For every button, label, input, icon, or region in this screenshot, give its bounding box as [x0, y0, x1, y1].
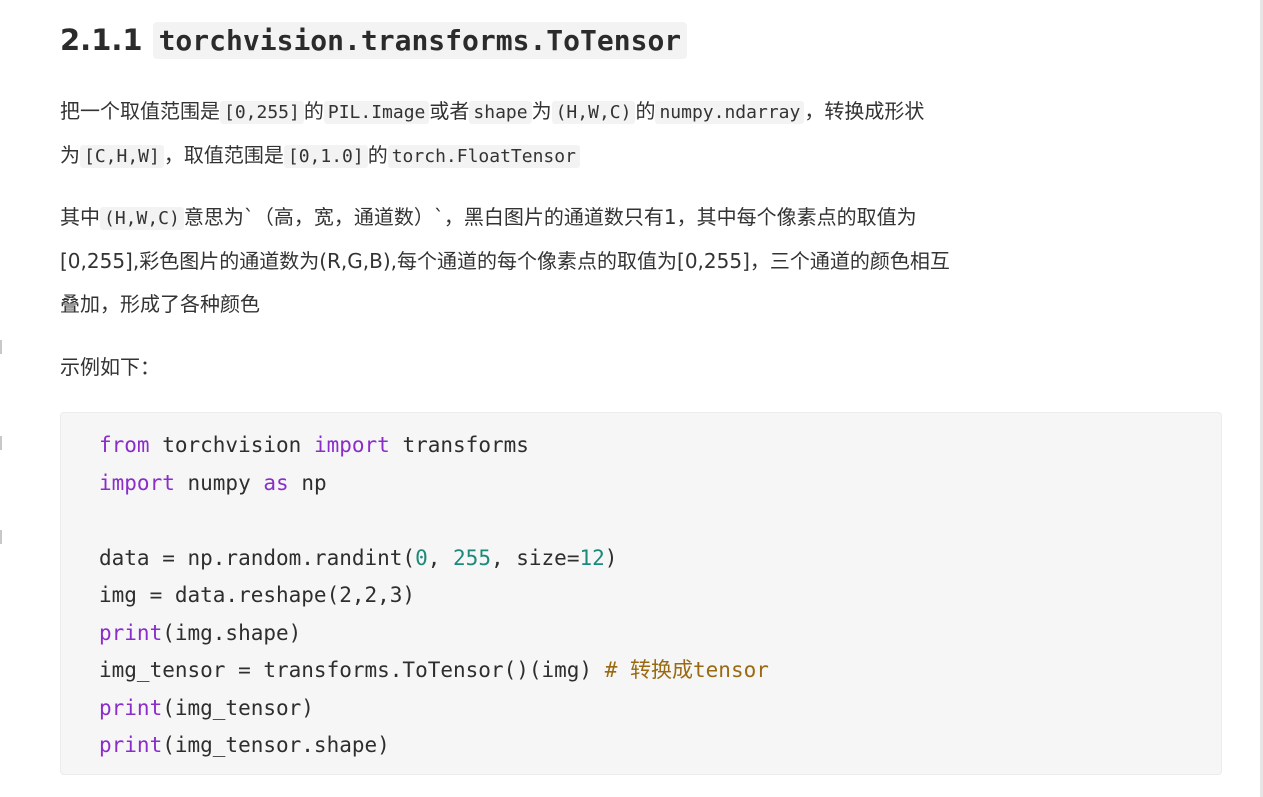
left-panel-edge	[0, 0, 12, 797]
paragraph-line: 叠加，形成了各种颜色	[60, 292, 260, 316]
comment-token: # 转换成tensor	[604, 658, 769, 682]
keyword-token: as	[263, 470, 289, 495]
code-token: (img_tensor.shape)	[162, 733, 390, 757]
code-token: transforms	[389, 433, 529, 457]
code-line: print(img_tensor.shape)	[99, 727, 1221, 765]
text-span: 为	[531, 99, 552, 123]
code-line: img_tensor = transforms.ToTensor()(img) …	[99, 652, 1221, 690]
paragraph-line: [0,255],彩色图片的通道数为(R,G,B),每个通道的每个像素点的取值为[…	[60, 249, 950, 273]
inline-code: PIL.Image	[323, 101, 430, 124]
number-token: 0	[415, 545, 428, 570]
paragraph-line: 把一个取值范围是 [0,255] 的 PIL.Image 或者 shape 为 (H,W,C)…	[60, 90, 924, 134]
text-span: 的	[635, 99, 656, 123]
code-line: import numpy as np	[99, 465, 1221, 503]
text-span: ，取值范围是	[163, 143, 284, 167]
code-token: (img.shape)	[162, 620, 302, 645]
code-line: print(img_tensor)	[99, 690, 1221, 728]
code-token: , size=	[490, 545, 580, 570]
number-token: 12	[579, 545, 605, 570]
code-token: torchvision	[149, 433, 314, 457]
section-heading: 2.1.1 torchvision.transforms.ToTensor	[60, 0, 1224, 60]
code-line: data = np.random.randint(0, 255, size=12…	[99, 540, 1221, 578]
number-token: 255	[453, 545, 491, 570]
heading-number: 2.1.1	[60, 23, 143, 57]
code-token: numpy	[174, 470, 264, 495]
example-intro: 示例如下：	[60, 346, 160, 389]
document-content: 2.1.1 torchvision.transforms.ToTensor 把一个…	[60, 0, 1224, 775]
inline-code: (H,W,C)	[551, 101, 636, 124]
text-span: 的	[367, 143, 388, 167]
text-span: ，转换成形状	[804, 99, 925, 123]
inline-code: [C,H,W]	[80, 145, 164, 168]
code-line: from torchvision import transforms	[99, 427, 1221, 465]
paragraph-line: 其中 (H,W,C) 意思为`（高，宽，通道数）`，黑白图片的通道数只有1，其中每个…	[60, 196, 950, 240]
paragraph-channels: 其中 (H,W,C) 意思为`（高，宽，通道数）`，黑白图片的通道数只有1，其中每个…	[60, 196, 950, 326]
code-token: )	[604, 545, 618, 570]
edge-marker	[0, 436, 7, 450]
inline-code: torch.FloatTensor	[387, 145, 580, 168]
inline-code: [0,1.0]	[283, 145, 368, 168]
heading-code: torchvision.transforms.ToTensor	[152, 22, 688, 59]
code-token: np	[288, 470, 327, 495]
inline-code: shape	[469, 101, 532, 124]
edge-marker	[0, 530, 7, 544]
keyword-token: import	[313, 433, 390, 457]
code-token: ,	[427, 545, 454, 570]
code-token: (img_tensor)	[162, 695, 314, 720]
keyword-token: import	[99, 470, 175, 495]
code-token: img_tensor = transforms.ToTensor()(img)	[99, 658, 605, 682]
text-span: 或者	[429, 99, 470, 123]
text-span: 的	[303, 99, 324, 123]
keyword-token: print	[99, 695, 163, 720]
paragraph-line: 示例如下：	[60, 355, 160, 379]
text-span: 把一个取值范围是	[60, 99, 220, 123]
code-token: data = np.random.randint(	[99, 545, 416, 570]
inline-code: (H,W,C)	[100, 207, 184, 230]
edge-marker	[0, 340, 7, 354]
keyword-token: print	[99, 733, 163, 757]
paragraph-line: 为 [C,H,W] ，取值范围是 [0,1.0] 的 torch.FloatTensor	[60, 134, 924, 178]
paragraph-description: 把一个取值范围是 [0,255] 的 PIL.Image 或者 shape 为 (H,W,C)…	[60, 90, 924, 178]
text-span: 为	[60, 143, 80, 167]
text-span: 意思为`（高，宽，通道数）`，黑白图片的通道数只有1，其中每个像素点的取值为	[183, 205, 917, 229]
code-line: img = data.reshape(2,2,3)	[99, 583, 416, 607]
code-block[interactable]: from torchvision import transforms impor…	[60, 412, 1222, 775]
keyword-token: from	[99, 433, 150, 457]
keyword-token: print	[99, 620, 163, 645]
inline-code: [0,255]	[220, 101, 304, 124]
inline-code: numpy.ndarray	[655, 101, 805, 124]
code-line: print(img.shape)	[99, 615, 1221, 653]
text-span: 其中	[60, 205, 100, 229]
